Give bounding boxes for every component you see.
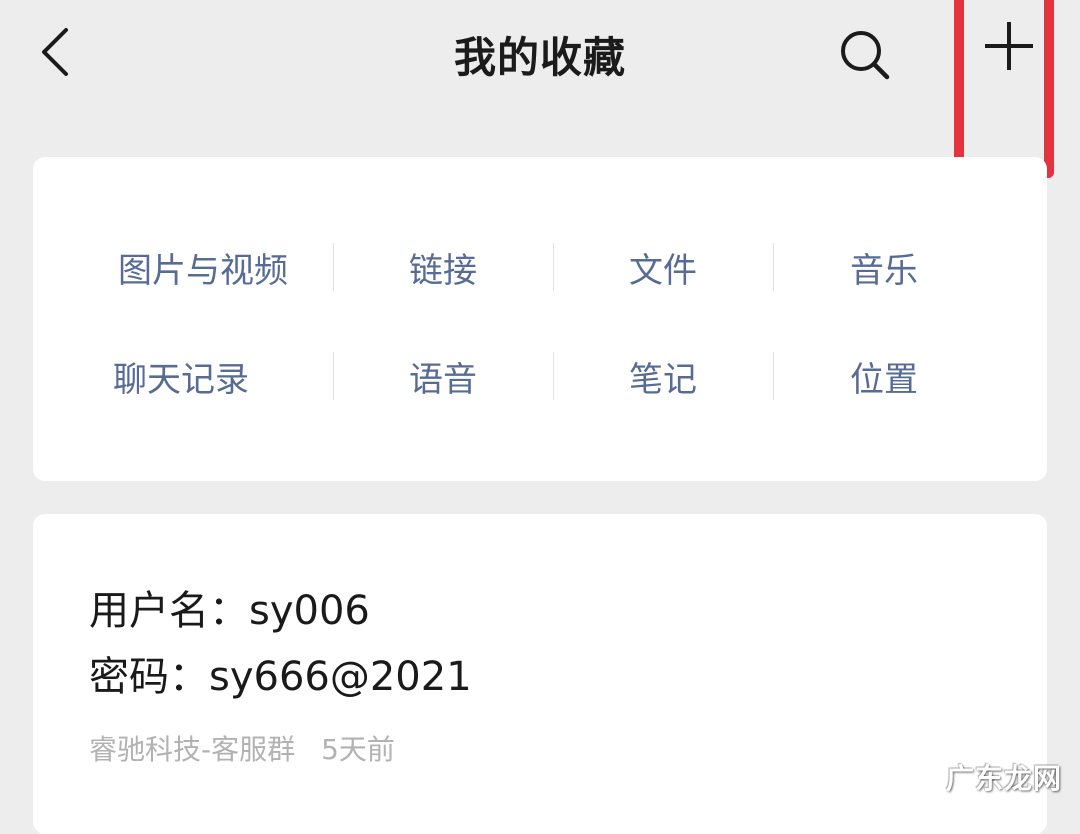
plus-icon — [985, 22, 1033, 70]
favorite-text-username: 用户名：sy006 — [89, 588, 370, 634]
category-location[interactable]: 位置 — [773, 346, 995, 406]
category-chat-history[interactable]: 聊天记录 — [73, 346, 303, 406]
favorite-text-password: 密码：sy666@2021 — [89, 654, 472, 700]
category-voice[interactable]: 语音 — [333, 346, 553, 406]
category-music[interactable]: 音乐 — [773, 237, 995, 297]
page-title: 我的收藏 — [453, 33, 626, 82]
category-photos-videos[interactable]: 图片与视频 — [73, 237, 333, 297]
category-row: 图片与视频 链接 文件 音乐 — [33, 237, 1047, 297]
category-row: 聊天记录 语音 笔记 位置 — [33, 346, 1047, 406]
add-button[interactable] — [954, 0, 1054, 178]
favorite-time: 5天前 — [321, 733, 395, 766]
favorite-source: 睿驰科技-客服群 — [89, 733, 296, 766]
search-icon — [841, 31, 890, 80]
watermark: 广东龙网 — [945, 762, 1062, 795]
category-files[interactable]: 文件 — [553, 237, 773, 297]
header: 我的收藏 — [0, 0, 1080, 178]
search-button[interactable] — [832, 22, 898, 88]
favorite-meta: 睿驰科技-客服群 5天前 — [89, 728, 395, 768]
category-notes[interactable]: 笔记 — [553, 346, 773, 406]
category-links[interactable]: 链接 — [333, 237, 553, 297]
category-card: 图片与视频 链接 文件 音乐 聊天记录 语音 笔记 位置 — [33, 157, 1047, 481]
favorite-item[interactable]: 用户名：sy006 密码：sy666@2021 睿驰科技-客服群 5天前 — [33, 514, 1047, 834]
